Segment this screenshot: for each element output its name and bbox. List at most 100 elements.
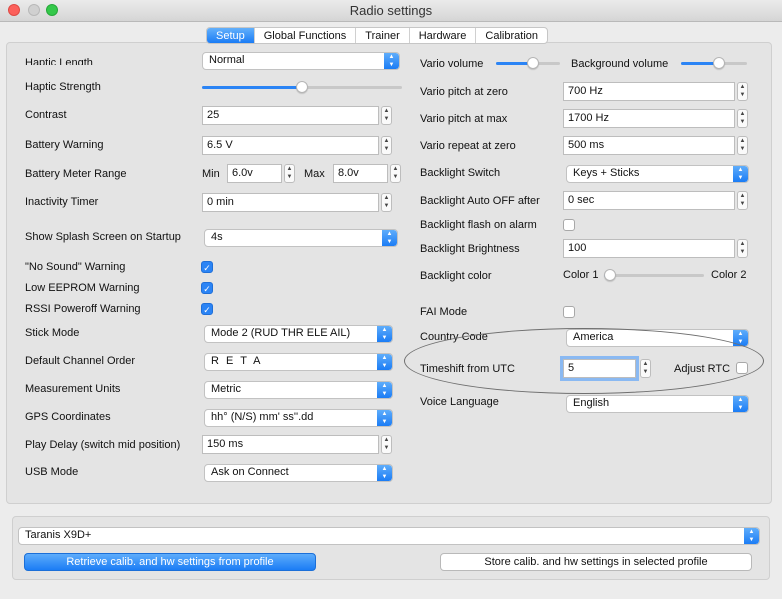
voice-language-label: Voice Language <box>420 396 499 408</box>
play-delay-stepper[interactable]: ▲ ▼ <box>381 435 392 454</box>
battery-max-label: Max <box>304 168 325 180</box>
backlight-color1-label: Color 1 <box>563 269 599 281</box>
backlight-auto-off-label: Backlight Auto OFF after <box>420 195 540 207</box>
haptic-strength-label: Haptic Strength <box>25 81 101 93</box>
title-bar: Radio settings <box>0 0 782 22</box>
measurement-units-label: Measurement Units <box>25 383 121 395</box>
chevron-updown-icon: ▲ ▼ <box>377 410 392 426</box>
gps-coordinates-select[interactable]: hh° (N/S) mm' ss''.dd ▲ ▼ <box>204 409 393 427</box>
slider-knob[interactable] <box>296 81 308 93</box>
battery-warning-input[interactable]: 6.5 V <box>202 136 379 155</box>
chevron-updown-icon: ▲ ▼ <box>377 354 392 370</box>
haptic-length-select[interactable]: Normal ▲ ▼ <box>202 52 400 70</box>
inactivity-timer-label: Inactivity Timer <box>25 196 99 208</box>
contrast-stepper[interactable]: ▲ ▼ <box>381 106 392 125</box>
vario-repeat-zero-label: Vario repeat at zero <box>420 140 516 152</box>
slider-knob[interactable] <box>604 269 616 281</box>
tab-trainer[interactable]: Trainer <box>356 28 410 43</box>
slider-knob[interactable] <box>713 57 726 69</box>
chevron-updown-icon: ▲ ▼ <box>377 382 392 398</box>
background-volume-slider[interactable] <box>681 56 747 70</box>
haptic-length-label: Haptic Length <box>25 57 93 65</box>
backlight-color-label: Backlight color <box>420 270 492 282</box>
tab-global-functions[interactable]: Global Functions <box>255 28 357 43</box>
radio-profile-value: Taranis X9D+ <box>25 529 92 541</box>
usb-mode-select[interactable]: Ask on Connect ▲ ▼ <box>204 464 393 482</box>
battery-min-input[interactable]: 6.0v <box>227 164 282 183</box>
splash-screen-select[interactable]: 4s ▲ ▼ <box>204 229 398 247</box>
radio-profile-select[interactable]: Taranis X9D+ ▲ ▼ <box>18 527 760 545</box>
tab-setup[interactable]: Setup <box>207 28 255 43</box>
contrast-input[interactable]: 25 <box>202 106 379 125</box>
tab-calibration[interactable]: Calibration <box>476 28 547 43</box>
usb-mode-label: USB Mode <box>25 466 79 478</box>
backlight-auto-off-stepper[interactable]: ▲ ▼ <box>737 191 748 210</box>
low-eeprom-warning-label: Low EEPROM Warning <box>25 282 140 294</box>
vario-pitch-zero-label: Vario pitch at zero <box>420 86 508 98</box>
battery-min-label: Min <box>202 168 220 180</box>
play-delay-input[interactable]: 150 ms <box>202 435 379 454</box>
slider-knob[interactable] <box>527 57 540 69</box>
vario-pitch-zero-stepper[interactable]: ▲ ▼ <box>737 82 748 101</box>
battery-meter-range-label: Battery Meter Range <box>25 168 127 180</box>
tab-hardware[interactable]: Hardware <box>410 28 477 43</box>
inactivity-timer-input[interactable]: 0 min <box>202 193 379 212</box>
no-sound-warning-checkbox[interactable]: ✓ <box>201 261 213 273</box>
chevron-updown-icon: ▲ ▼ <box>733 166 748 182</box>
vario-repeat-zero-stepper[interactable]: ▲ ▼ <box>737 136 748 155</box>
no-sound-warning-label: "No Sound" Warning <box>25 261 126 273</box>
haptic-strength-slider[interactable] <box>202 80 402 94</box>
backlight-switch-label: Backlight Switch <box>420 167 501 179</box>
vario-pitch-max-input[interactable]: 1700 Hz <box>563 109 735 128</box>
battery-min-stepper[interactable]: ▲ ▼ <box>284 164 295 183</box>
store-calib-button[interactable]: Store calib. and hw settings in selected… <box>440 553 752 571</box>
chevron-updown-icon: ▲ ▼ <box>382 230 397 246</box>
retrieve-calib-button[interactable]: Retrieve calib. and hw settings from pro… <box>24 553 316 571</box>
chevron-updown-icon: ▲ ▼ <box>377 326 392 342</box>
default-channel-order-select[interactable]: R E T A ▲ ▼ <box>204 353 393 371</box>
vario-pitch-max-label: Vario pitch at max <box>420 113 508 125</box>
backlight-color-slider[interactable] <box>604 268 704 282</box>
backlight-color2-label: Color 2 <box>711 269 747 281</box>
haptic-length-value: Normal <box>209 54 245 66</box>
battery-max-stepper[interactable]: ▲ ▼ <box>390 164 401 183</box>
slider-fill <box>202 86 302 89</box>
background-volume-label: Background volume <box>571 58 669 70</box>
rssi-poweroff-warning-label: RSSI Poweroff Warning <box>25 303 141 315</box>
backlight-flash-alarm-checkbox[interactable] <box>563 219 575 231</box>
chevron-updown-icon: ▲ ▼ <box>377 465 392 481</box>
fai-mode-checkbox[interactable] <box>563 306 575 318</box>
vario-pitch-max-stepper[interactable]: ▲ ▼ <box>737 109 748 128</box>
backlight-flash-alarm-label: Backlight flash on alarm <box>420 219 537 231</box>
backlight-brightness-input[interactable]: 100 <box>563 239 735 258</box>
tab-bar: Setup Global Functions Trainer Hardware … <box>206 27 549 44</box>
annotation-ellipse <box>404 328 764 394</box>
stick-mode-select[interactable]: Mode 2 (RUD THR ELE AIL) ▲ ▼ <box>204 325 393 343</box>
battery-max-input[interactable]: 8.0v <box>333 164 388 183</box>
backlight-switch-select[interactable]: Keys + Sticks ▲ ▼ <box>566 165 749 183</box>
vario-volume-label: Vario volume <box>420 58 484 70</box>
chevron-updown-icon: ▲ ▼ <box>744 528 759 544</box>
stick-mode-value: Mode 2 (RUD THR ELE AIL) <box>211 327 351 339</box>
battery-warning-stepper[interactable]: ▲ ▼ <box>381 136 392 155</box>
backlight-brightness-stepper[interactable]: ▲ ▼ <box>737 239 748 258</box>
voice-language-select[interactable]: English ▲ ▼ <box>566 395 749 413</box>
measurement-units-select[interactable]: Metric ▲ ▼ <box>204 381 393 399</box>
usb-mode-value: Ask on Connect <box>211 466 289 478</box>
backlight-auto-off-input[interactable]: 0 sec <box>563 191 735 210</box>
backlight-switch-value: Keys + Sticks <box>573 167 640 179</box>
inactivity-timer-stepper[interactable]: ▲ ▼ <box>381 193 392 212</box>
backlight-brightness-label: Backlight Brightness <box>420 243 520 255</box>
fai-mode-label: FAI Mode <box>420 306 468 318</box>
default-channel-order-label: Default Channel Order <box>25 355 136 367</box>
play-delay-label: Play Delay (switch mid position) <box>25 439 181 451</box>
vario-volume-slider[interactable] <box>496 56 560 70</box>
contrast-label: Contrast <box>25 109 67 121</box>
vario-pitch-zero-input[interactable]: 700 Hz <box>563 82 735 101</box>
default-channel-order-value: R E T A <box>211 355 263 367</box>
vario-repeat-zero-input[interactable]: 500 ms <box>563 136 735 155</box>
chevron-updown-icon: ▲ ▼ <box>384 53 399 69</box>
gps-coordinates-value: hh° (N/S) mm' ss''.dd <box>211 411 314 423</box>
rssi-poweroff-warning-checkbox[interactable]: ✓ <box>201 303 213 315</box>
low-eeprom-warning-checkbox[interactable]: ✓ <box>201 282 213 294</box>
